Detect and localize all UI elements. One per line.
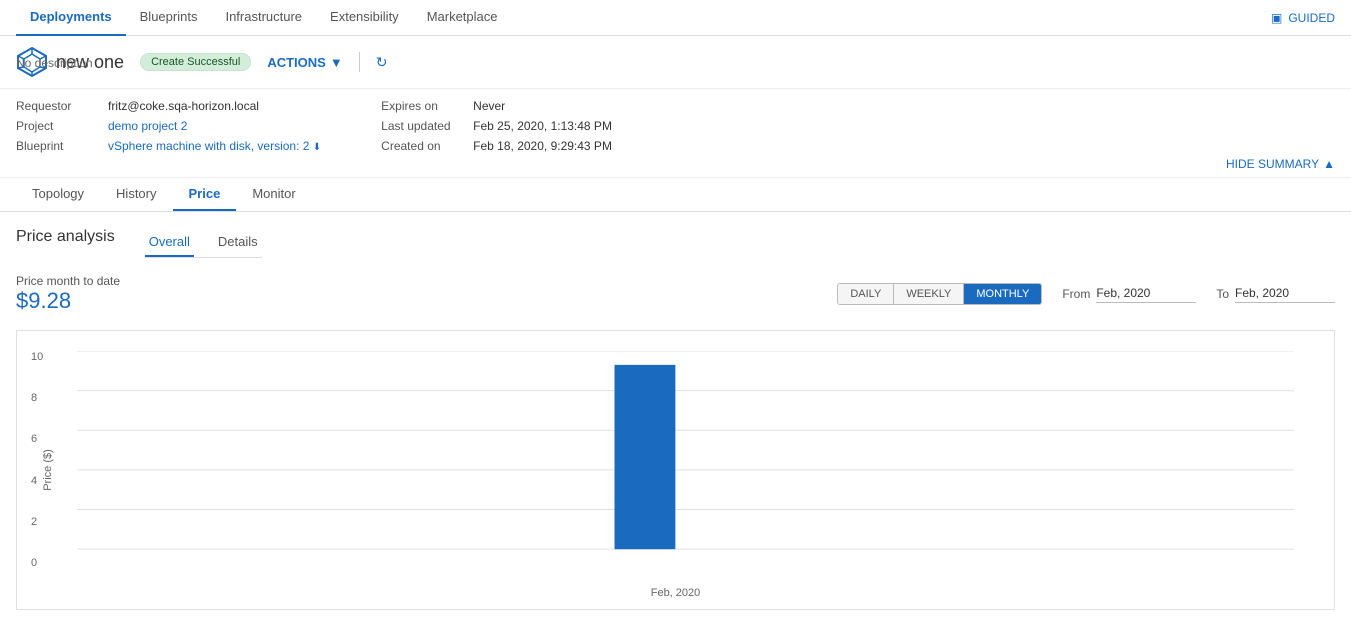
chart-x-label: Feb, 2020 (651, 587, 701, 599)
date-to: To Feb, 2020 (1216, 286, 1335, 303)
nav-tab-extensibility[interactable]: Extensibility (316, 0, 413, 36)
price-section: Price analysis Overall Details Price mon… (0, 212, 1351, 626)
y-tick-6: 6 (31, 433, 43, 445)
tab-monitor[interactable]: Monitor (236, 178, 311, 211)
summary-section: Requestor fritz@coke.sqa-horizon.local P… (0, 89, 1351, 178)
project-value[interactable]: demo project 2 (108, 119, 187, 133)
project-label: Project (16, 119, 96, 133)
blueprint-label: Blueprint (16, 139, 96, 153)
chevron-up-icon: ▲ (1323, 157, 1335, 171)
expires-value: Never (473, 99, 505, 113)
monthly-button[interactable]: MONTHLY (964, 284, 1041, 304)
tab-price[interactable]: Price (173, 178, 237, 211)
sub-tabs: Overall Details (145, 228, 262, 258)
nav-tab-deployments[interactable]: Deployments (16, 0, 126, 36)
status-badge: Create Successful (140, 53, 251, 71)
summary-left: Requestor fritz@coke.sqa-horizon.local P… (16, 99, 321, 153)
requestor-value: fritz@coke.sqa-horizon.local (108, 99, 259, 113)
expires-label: Expires on (381, 99, 461, 113)
actions-button[interactable]: ACTIONS ▼ (267, 55, 342, 70)
nav-tab-marketplace[interactable]: Marketplace (413, 0, 512, 36)
hide-summary-button[interactable]: HIDE SUMMARY ▲ (16, 157, 1335, 171)
divider (359, 52, 360, 72)
price-analysis-title: Price analysis (16, 228, 115, 246)
no-description: No description (16, 56, 93, 70)
sub-tab-details[interactable]: Details (214, 228, 262, 257)
last-updated-value: Feb 25, 2020, 1:13:48 PM (473, 119, 612, 133)
nav-tab-infrastructure[interactable]: Infrastructure (211, 0, 316, 36)
mtd-label: Price month to date (16, 274, 120, 288)
requestor-label: Requestor (16, 99, 96, 113)
tab-topology[interactable]: Topology (16, 178, 100, 211)
price-chart: Price ($) Feb, 2020 10 8 6 4 2 0 (16, 330, 1335, 610)
date-from: From Feb, 2020 (1062, 286, 1196, 303)
guided-label: GUIDED (1288, 11, 1335, 25)
last-updated-label: Last updated (381, 119, 461, 133)
price-controls: Price month to date $9.28 DAILY WEEKLY M… (16, 274, 1335, 314)
refresh-button[interactable]: ↻ (376, 54, 388, 71)
created-value: Feb 18, 2020, 9:29:43 PM (473, 139, 612, 153)
header-bar: new one Create Successful ACTIONS ▼ ↻ No… (0, 36, 1351, 89)
y-tick-0: 0 (31, 557, 43, 569)
chevron-down-icon: ▼ (330, 55, 343, 70)
chart-svg (77, 351, 1294, 569)
y-tick-2: 2 (31, 516, 43, 528)
price-month-to-date: Price month to date $9.28 (16, 274, 120, 314)
to-value[interactable]: Feb, 2020 (1235, 286, 1335, 303)
from-value[interactable]: Feb, 2020 (1096, 286, 1196, 303)
chart-bar-feb2020 (615, 365, 676, 549)
y-tick-8: 8 (31, 392, 43, 404)
weekly-button[interactable]: WEEKLY (894, 284, 964, 304)
top-navigation: Deployments Blueprints Infrastructure Ex… (0, 0, 1351, 36)
y-tick-4: 4 (31, 475, 43, 487)
created-label: Created on (381, 139, 461, 153)
chart-y-label: Price ($) (42, 449, 54, 491)
nav-tab-blueprints[interactable]: Blueprints (126, 0, 212, 36)
content-tabs: Topology History Price Monitor (0, 178, 1351, 212)
mtd-value: $9.28 (16, 288, 120, 314)
y-tick-10: 10 (31, 351, 43, 363)
top-nav-tabs: Deployments Blueprints Infrastructure Ex… (16, 0, 512, 36)
download-icon: ⬇ (313, 142, 321, 153)
blueprint-value[interactable]: vSphere machine with disk, version: 2 ⬇ (108, 139, 321, 153)
guided-icon: ▣ (1271, 11, 1282, 25)
summary-right: Expires on Never Last updated Feb 25, 20… (381, 99, 612, 153)
tab-history[interactable]: History (100, 178, 172, 211)
sub-tab-overall[interactable]: Overall (145, 228, 194, 257)
guided-button[interactable]: ▣ GUIDED (1271, 11, 1335, 25)
y-axis-ticks: 10 8 6 4 2 0 (31, 351, 43, 569)
daily-button[interactable]: DAILY (838, 284, 894, 304)
period-buttons: DAILY WEEKLY MONTHLY (837, 283, 1042, 305)
